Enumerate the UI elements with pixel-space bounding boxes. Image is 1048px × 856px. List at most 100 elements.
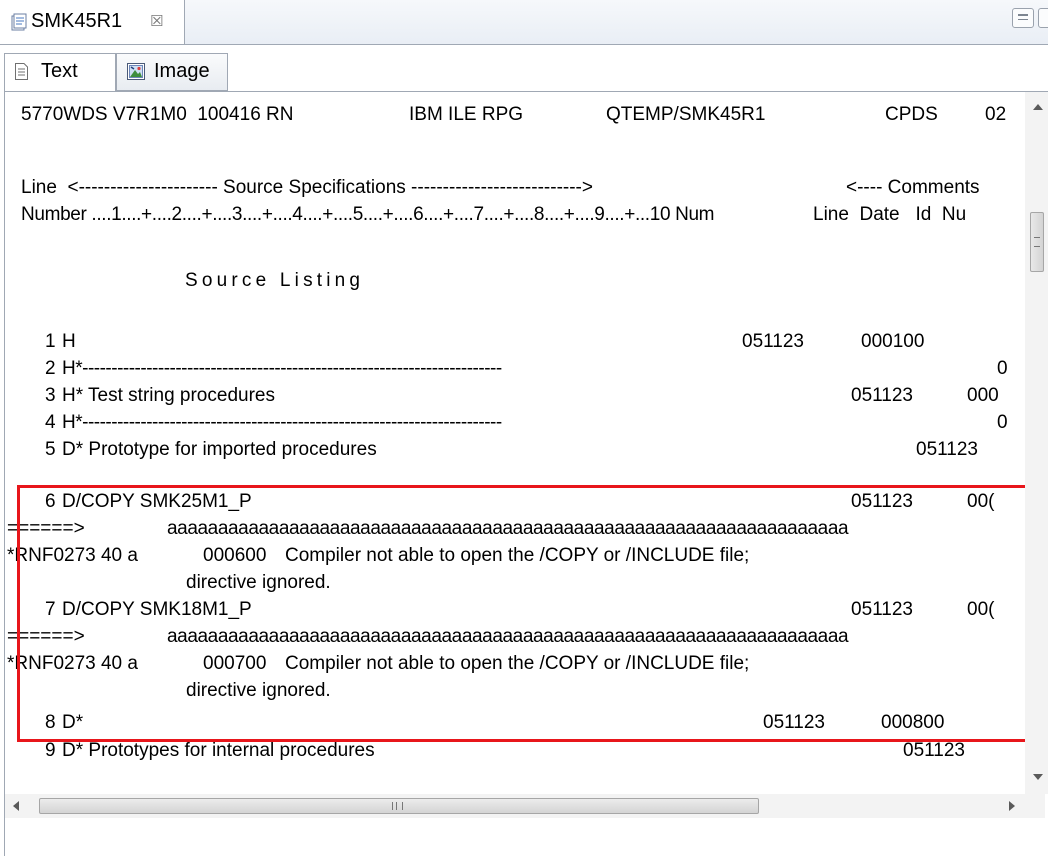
- view-tab-strip: Text Image: [0, 45, 1048, 91]
- source-text: H* Test string procedures: [62, 385, 275, 406]
- sequence-number: 0: [997, 358, 1008, 379]
- source-text: H*--------------------------------------…: [62, 358, 502, 379]
- sequence-number: 000800: [881, 712, 945, 733]
- error-sequence: 000700: [203, 653, 267, 674]
- source-text: D* Prototype for imported procedures: [62, 439, 377, 460]
- column-header-1-right: <---- Comments: [846, 177, 980, 198]
- line-number: 9: [45, 740, 56, 761]
- grip-icon: [392, 802, 403, 810]
- error-id: *RNF0273 40 a: [7, 545, 138, 566]
- tab-text[interactable]: Text: [4, 53, 116, 91]
- listing-text-area[interactable]: 5770WDS V7R1M0 100416 RN IBM ILE RPG QTE…: [5, 92, 1025, 794]
- editor-tab-smk45r1[interactable]: SMK45R1 ☒: [0, 0, 185, 44]
- editor-window: SMK45R1 ☒ Text Image 5770WDS V7R1M0 1004…: [0, 0, 1048, 856]
- vertical-scroll-thumb[interactable]: [1030, 212, 1044, 272]
- line-number: 7: [45, 599, 56, 620]
- line-number: 5: [45, 439, 56, 460]
- header-compiler: IBM ILE RPG: [409, 104, 524, 125]
- error-message: Compiler not able to open the /COPY or /…: [285, 545, 750, 566]
- image-icon: [127, 63, 145, 80]
- column-header-1: Line <---------------------- Source Spec…: [5, 174, 1025, 201]
- editor-tab-label: SMK45R1: [31, 10, 123, 32]
- source-line: 8 D* 051123 000800: [5, 709, 1025, 736]
- error-message-continuation: directive ignored.: [5, 569, 1025, 596]
- listing-header: 5770WDS V7R1M0 100416 RN IBM ILE RPG QTE…: [5, 101, 1025, 128]
- source-line: 6 D/COPY SMK25M1_P 051123 00(: [5, 488, 1025, 515]
- horizontal-scrollbar[interactable]: [5, 794, 1045, 818]
- scroll-down-arrow-icon[interactable]: [1033, 774, 1043, 780]
- maximize-button[interactable]: [1038, 8, 1048, 28]
- line-number: 2: [45, 358, 56, 379]
- error-message-cont: directive ignored.: [186, 680, 331, 701]
- error-marker: ======>: [7, 518, 85, 539]
- change-date: 051123: [916, 439, 978, 460]
- column-header-2: Number ....1....+....2....+....3....+...…: [5, 201, 1025, 228]
- source-text: D* Prototypes for internal procedures: [62, 740, 375, 761]
- source-line: 3 H* Test string procedures 051123 000: [5, 382, 1025, 409]
- line-number: 1: [45, 331, 56, 352]
- tab-image[interactable]: Image: [116, 53, 228, 91]
- line-number: 4: [45, 412, 56, 433]
- error-marker: ======>: [7, 626, 85, 647]
- error-message-cont: directive ignored.: [186, 572, 331, 593]
- error-message-continuation: directive ignored.: [5, 677, 1025, 704]
- header-format: CPDS: [885, 104, 938, 125]
- change-date: 051123: [851, 599, 913, 620]
- scroll-up-arrow-icon[interactable]: [1033, 104, 1043, 110]
- source-text: D/COPY SMK18M1_P: [62, 599, 252, 620]
- change-date: 051123: [851, 385, 913, 406]
- close-icon[interactable]: ☒: [150, 12, 163, 30]
- sequence-number: 00(: [967, 599, 995, 620]
- error-id: *RNF0273 40 a: [7, 653, 138, 674]
- source-text: D*: [62, 712, 84, 733]
- change-date: 051123: [742, 331, 804, 352]
- source-line: 9 D* Prototypes for internal procedures …: [5, 737, 1025, 764]
- minimize-button[interactable]: [1012, 8, 1034, 28]
- error-pointer-run: aaaaaaaaaaaaaaaaaaaaaaaaaaaaaaaaaaaaaaaa…: [167, 518, 849, 539]
- sequence-number: 0: [997, 412, 1008, 433]
- source-member-icon: [11, 13, 27, 31]
- column-header-2-left: Number ....1....+....2....+....3....+...…: [21, 204, 715, 225]
- grip-icon: [1034, 237, 1040, 247]
- change-date: 051123: [903, 740, 965, 761]
- line-number: 6: [45, 491, 56, 512]
- error-pointer-run: aaaaaaaaaaaaaaaaaaaaaaaaaaaaaaaaaaaaaaaa…: [167, 626, 849, 647]
- scroll-left-arrow-icon[interactable]: [13, 801, 19, 811]
- source-text: D/COPY SMK25M1_P: [62, 491, 252, 512]
- section-title-text: Source Listing: [185, 270, 365, 291]
- line-number: 8: [45, 712, 56, 733]
- error-sequence: 000600: [203, 545, 267, 566]
- section-title: Source Listing: [5, 267, 1025, 294]
- line-number: 3: [45, 385, 56, 406]
- horizontal-scroll-thumb[interactable]: [39, 798, 759, 814]
- vertical-scrollbar[interactable]: [1025, 92, 1048, 794]
- change-date: 051123: [851, 491, 913, 512]
- header-object: QTEMP/SMK45R1: [606, 104, 766, 125]
- change-date: 051123: [763, 712, 825, 733]
- source-text: H*--------------------------------------…: [62, 412, 502, 433]
- sequence-number: 000: [967, 385, 999, 406]
- error-pointer-line: ======> aaaaaaaaaaaaaaaaaaaaaaaaaaaaaaaa…: [5, 515, 1025, 542]
- tab-text-label: Text: [41, 60, 78, 82]
- source-line: 5 D* Prototype for imported procedures 0…: [5, 436, 1025, 463]
- compile-listing-view[interactable]: 5770WDS V7R1M0 100416 RN IBM ILE RPG QTE…: [4, 91, 1048, 856]
- error-message-line[interactable]: *RNF0273 40 a 000600 Compiler not able t…: [5, 542, 1025, 569]
- document-icon: [15, 63, 28, 80]
- error-pointer-line: ======> aaaaaaaaaaaaaaaaaaaaaaaaaaaaaaaa…: [5, 623, 1025, 650]
- source-line: 4 H*------------------------------------…: [5, 409, 1025, 436]
- source-line: 2 H*------------------------------------…: [5, 355, 1025, 382]
- header-product: 5770WDS V7R1M0 100416 RN: [21, 104, 294, 125]
- source-line: 1 H 051123 000100: [5, 328, 1025, 355]
- scroll-right-arrow-icon[interactable]: [1009, 801, 1015, 811]
- source-text: H: [62, 331, 76, 352]
- error-message: Compiler not able to open the /COPY or /…: [285, 653, 750, 674]
- sequence-number: 000100: [861, 331, 925, 352]
- source-line: 7 D/COPY SMK18M1_P 051123 00(: [5, 596, 1025, 623]
- column-header-2-right: Line Date Id Nu: [813, 204, 967, 225]
- tab-image-label: Image: [154, 60, 210, 82]
- column-header-1-left: Line <---------------------- Source Spec…: [21, 177, 593, 198]
- sequence-number: 00(: [967, 491, 995, 512]
- header-page: 02: [985, 104, 1007, 125]
- editor-tab-strip: SMK45R1 ☒: [0, 0, 1048, 45]
- error-message-line[interactable]: *RNF0273 40 a 000700 Compiler not able t…: [5, 650, 1025, 677]
